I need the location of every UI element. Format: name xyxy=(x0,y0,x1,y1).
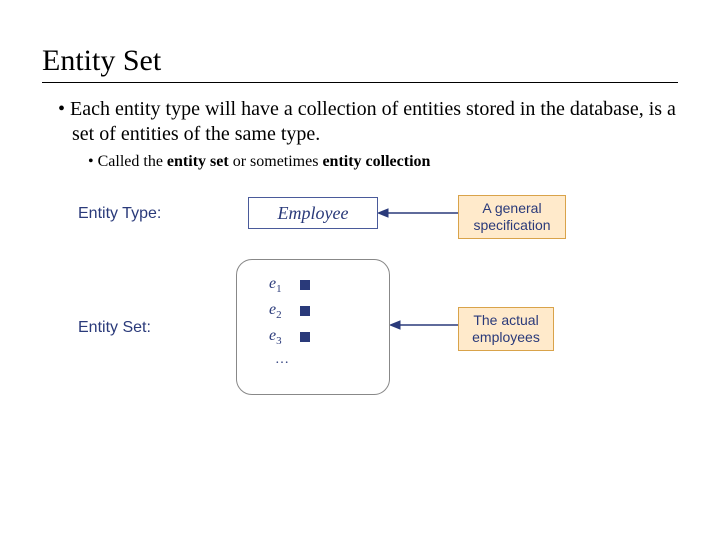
ellipsis: … xyxy=(275,352,379,368)
entity-row: e3 xyxy=(269,324,379,350)
callout-line: employees xyxy=(472,329,540,345)
arrow-icon xyxy=(378,205,458,225)
arrow-icon xyxy=(390,317,458,337)
entity-e1: e1 xyxy=(269,275,282,295)
entity-set-box: e1 e2 e3 … xyxy=(236,259,390,395)
square-icon xyxy=(300,280,310,290)
callout-line: The actual xyxy=(473,312,538,328)
label-entity-set: Entity Set: xyxy=(78,319,151,337)
sub-bold-1: entity set xyxy=(167,153,229,170)
square-icon xyxy=(300,306,310,316)
entity-row: e2 xyxy=(269,298,379,324)
callout-line: specification xyxy=(473,217,550,233)
entity-e3: e3 xyxy=(269,327,282,347)
entity-type-box: Employee xyxy=(248,197,378,229)
square-icon xyxy=(300,332,310,342)
bullet-sub: Called the entity set or sometimes entit… xyxy=(88,153,678,171)
bullet-main: Each entity type will have a collection … xyxy=(58,97,678,147)
callout-general-spec: A general specification xyxy=(458,195,566,239)
entity-row: e1 xyxy=(269,272,379,298)
entity-e2: e2 xyxy=(269,301,282,321)
sub-bold-2: entity collection xyxy=(322,153,430,170)
diagram: Entity Type: Entity Set: Employee e1 e2 … xyxy=(42,197,678,457)
callout-actual-employees: The actual employees xyxy=(458,307,554,351)
sub-text-pre: Called the xyxy=(98,153,167,170)
sub-text-mid: or sometimes xyxy=(229,153,323,170)
slide-title: Entity Set xyxy=(42,44,678,83)
label-entity-type: Entity Type: xyxy=(78,205,161,223)
callout-line: A general xyxy=(482,200,541,216)
